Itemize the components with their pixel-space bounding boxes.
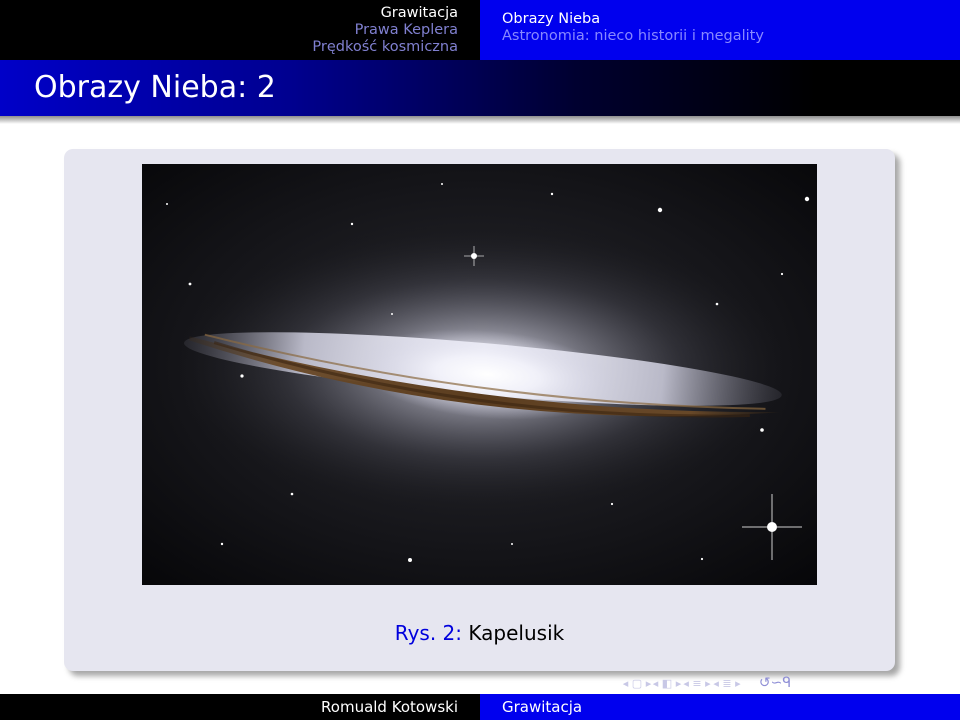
sombrero-galaxy-image — [142, 164, 817, 585]
nav-frame-icon[interactable]: ◂ ◧ ▸ — [652, 674, 682, 692]
subsection-navigation: Obrazy Nieba Astronomia: nieco historii … — [480, 0, 960, 60]
nav-subsection-icon[interactable]: ◂ ≡ ▸ — [682, 674, 712, 692]
nav-section-icon[interactable]: ◂ ≣ ▸ — [712, 674, 742, 692]
frame-title-bar: Obrazy Nieba: 2 — [0, 60, 960, 116]
galaxy-illustration — [142, 164, 817, 585]
title-shadow — [0, 116, 960, 124]
figure-block: Rys. 2: Kapelusik — [64, 149, 895, 671]
nav-section-grawitacja[interactable]: Grawitacja — [381, 5, 458, 22]
nav-subsection-astronomia[interactable]: Astronomia: nieco historii i megality — [502, 28, 960, 45]
caption-label: Rys. 2: — [394, 621, 463, 645]
nav-section-prawa-keplera[interactable]: Prawa Keplera — [355, 22, 458, 39]
footer-author: Romuald Kotowski — [0, 694, 480, 720]
slide: Grawitacja Prawa Keplera Prędkość kosmic… — [0, 0, 960, 720]
section-navigation: Grawitacja Prawa Keplera Prędkość kosmic… — [0, 0, 480, 60]
beamer-navigation-symbols: ◂ ▢ ▸ ◂ ◧ ▸ ◂ ≡ ▸ ◂ ≣ ▸ ↺∽ᑫ — [622, 672, 960, 694]
footer-title: Grawitacja — [480, 694, 960, 720]
nav-slide-icon[interactable]: ◂ ▢ ▸ — [622, 674, 652, 692]
header-bar: Grawitacja Prawa Keplera Prędkość kosmic… — [0, 0, 960, 60]
nav-subsection-obrazy-nieba[interactable]: Obrazy Nieba — [502, 11, 960, 28]
nav-search-icon[interactable]: ↺∽ᑫ — [746, 674, 804, 692]
footer-bar: Romuald Kotowski Grawitacja — [0, 694, 960, 720]
caption-text: Kapelusik — [468, 621, 565, 645]
figure-caption: Rys. 2: Kapelusik — [64, 621, 895, 645]
frame-title: Obrazy Nieba: 2 — [34, 70, 276, 105]
nav-section-predkosc-kosmiczna[interactable]: Prędkość kosmiczna — [312, 39, 458, 56]
